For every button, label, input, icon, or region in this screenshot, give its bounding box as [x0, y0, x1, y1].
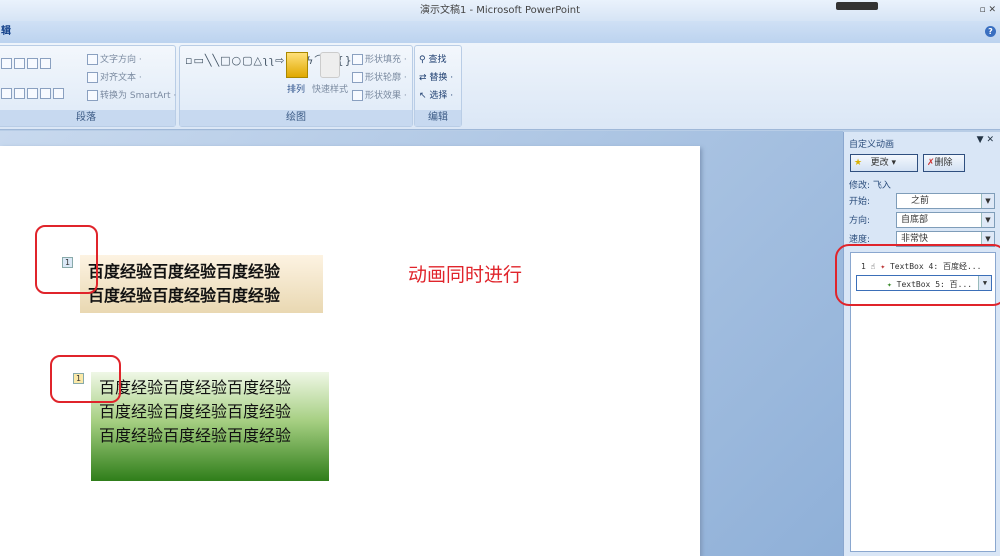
align-text-button[interactable]: 对齐文本 ·	[87, 70, 142, 83]
annotation-circle	[50, 355, 121, 403]
help-icon[interactable]: ?	[985, 26, 996, 37]
editing-label: 编辑	[415, 110, 461, 126]
replace-button[interactable]: ⇄ 替换 ·	[419, 70, 453, 83]
cursor-icon: ↖	[419, 91, 427, 101]
shapes-gallery[interactable]: ▫▭╲╲□○▢△ʅʅ⇨⇩◔ϟ⌒⌃{}	[185, 52, 352, 69]
pane-title: 自定义动画	[849, 140, 895, 150]
find-button[interactable]: ⚲ 查找	[419, 52, 446, 65]
annotation-circle	[835, 244, 1000, 306]
drawing-label: 绘图	[180, 110, 412, 126]
annotation-circle	[35, 225, 98, 294]
list-buttons[interactable]	[1, 58, 53, 69]
textbox-5[interactable]: 百度经验百度经验百度经验 百度经验百度经验百度经验 百度经验百度经验百度经验	[91, 372, 329, 481]
pane-controls[interactable]: ▼ ✕	[977, 135, 994, 145]
direction-label: 方向:	[849, 216, 871, 226]
window-title: 演示文稿1 - Microsoft PowerPoint	[419, 5, 581, 16]
start-select[interactable]: 之前 ▼	[896, 193, 995, 209]
select-button[interactable]: ↖ 选择 ·	[419, 88, 453, 101]
text-direction-button[interactable]: 文字方向 ·	[87, 52, 142, 65]
quick-styles-button[interactable]: 快速样式	[312, 82, 348, 95]
chevron-down-icon: ▼	[981, 213, 994, 227]
shape-outline-button[interactable]: 形状轮廓 ·	[352, 70, 407, 83]
minimize-bar[interactable]	[836, 2, 878, 10]
chevron-down-icon: ▼	[981, 194, 994, 208]
quick-styles-icon	[320, 52, 340, 78]
editing-group: ⚲ 查找 ⇄ 替换 · ↖ 选择 · 编辑	[414, 45, 462, 127]
direction-select[interactable]: 自底部 ▼	[896, 212, 995, 228]
annotation-text: 动画同时进行	[408, 264, 523, 286]
drawing-group: ▫▭╲╲□○▢△ʅʅ⇨⇩◔ϟ⌒⌃{} 排列 快速样式 形状填充 · 形状轮廓 ·…	[179, 45, 413, 127]
remove-effect-icon: ✗	[927, 158, 935, 168]
star-icon: ★	[854, 158, 863, 168]
replace-icon: ⇄	[419, 73, 427, 83]
shape-fill-button[interactable]: 形状填充 ·	[352, 52, 407, 65]
window-controls[interactable]: ▫ ✕	[979, 0, 996, 21]
textbox-4[interactable]: 百度经验百度经验百度经验 百度经验百度经验百度经验	[80, 255, 323, 313]
arrange-button[interactable]: 排列	[287, 82, 305, 95]
remove-button[interactable]: ✗删除	[923, 154, 965, 172]
arrange-icon	[286, 52, 308, 78]
title-bar: 演示文稿1 - Microsoft PowerPoint ▫ ✕	[0, 0, 1000, 21]
convert-smartart-button[interactable]: 转换为 SmartArt ·	[87, 88, 176, 101]
paragraph-label: 段落	[0, 110, 175, 126]
modify-label: 修改: 飞入	[849, 181, 891, 191]
paragraph-group: 文字方向 · 对齐文本 · 转换为 SmartArt · 段落	[0, 45, 176, 127]
tab-editing-fragment[interactable]: 辑	[0, 26, 11, 37]
align-buttons[interactable]	[1, 88, 66, 99]
ribbon: 文字方向 · 对齐文本 · 转换为 SmartArt · 段落 ▫▭╲╲□○▢△…	[0, 43, 1000, 130]
start-label: 开始:	[849, 197, 871, 207]
binoculars-icon: ⚲	[419, 55, 426, 65]
shape-effects-button[interactable]: 形状效果 ·	[352, 88, 407, 101]
change-effect-button[interactable]: ★ 更改 ▾	[850, 154, 918, 172]
ribbon-tabs: 辑 ?	[0, 21, 1000, 43]
slide-canvas[interactable]	[0, 146, 700, 556]
custom-animation-pane: 自定义动画 ▼ ✕ ★ 更改 ▾ ✗删除 修改: 飞入 开始: 之前 ▼ 方向: …	[843, 132, 1000, 556]
